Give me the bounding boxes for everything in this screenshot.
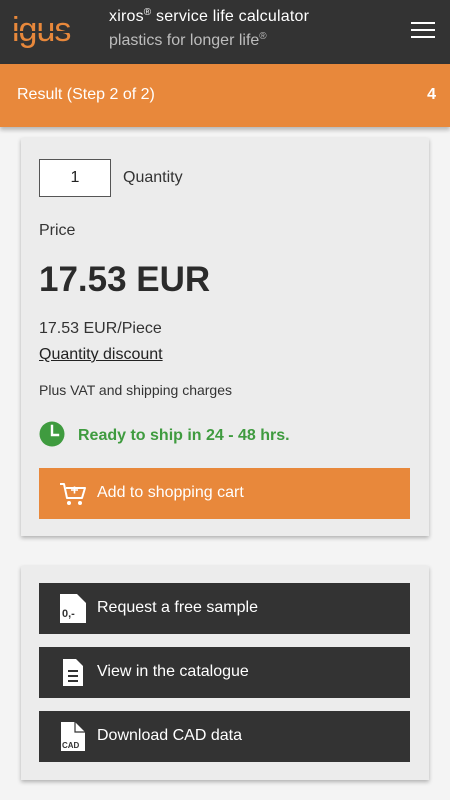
- add-to-cart-label: Add to shopping cart: [97, 484, 244, 501]
- view-catalogue-label: View in the catalogue: [97, 663, 249, 680]
- price-per-piece: 17.53 EUR/Piece: [39, 320, 162, 337]
- step-bar: Result (Step 2 of 2) 4: [0, 64, 450, 127]
- step-count-badge: 4: [427, 86, 436, 103]
- price-value: 17.53 EUR: [39, 260, 211, 299]
- add-to-cart-button[interactable]: Add to shopping cart: [39, 468, 410, 519]
- app-title: xiros® service life calculator: [109, 7, 310, 25]
- app-header: igus xiros® service life calculator plas…: [0, 0, 450, 64]
- quantity-label: Quantity: [123, 169, 183, 186]
- request-sample-label: Request a free sample: [97, 599, 258, 616]
- price-card: Quantity Price 17.53 EUR 17.53 EUR/Piece…: [21, 138, 429, 536]
- quantity-input[interactable]: [39, 159, 111, 197]
- logo-text: igus: [12, 11, 70, 49]
- svg-text:0,-: 0,-: [62, 608, 75, 620]
- document-icon: [63, 659, 83, 686]
- request-sample-button[interactable]: 0,- Request a free sample: [39, 583, 410, 634]
- view-catalogue-button[interactable]: View in the catalogue: [39, 647, 410, 698]
- svg-text:CAD: CAD: [62, 741, 80, 750]
- download-cad-button[interactable]: CAD Download CAD data: [39, 711, 410, 762]
- app-subtitle: plastics for longer life®: [109, 31, 267, 49]
- step-label: Result (Step 2 of 2): [17, 86, 155, 103]
- actions-card: 0,- Request a free sample View in the ca…: [21, 566, 429, 780]
- free-sample-icon: 0,-: [60, 594, 86, 623]
- igus-logo: igus: [10, 11, 98, 49]
- download-cad-label: Download CAD data: [97, 727, 242, 744]
- shipping-status: Ready to ship in 24 - 48 hrs.: [78, 427, 290, 444]
- vat-note: Plus VAT and shipping charges: [39, 382, 233, 398]
- shopping-cart-icon: [60, 483, 86, 505]
- hamburger-menu-icon[interactable]: [411, 22, 435, 42]
- cad-file-icon: CAD: [61, 722, 85, 751]
- clock-icon: [39, 421, 65, 447]
- price-label: Price: [39, 222, 76, 239]
- quantity-discount-link[interactable]: Quantity discount: [39, 346, 163, 364]
